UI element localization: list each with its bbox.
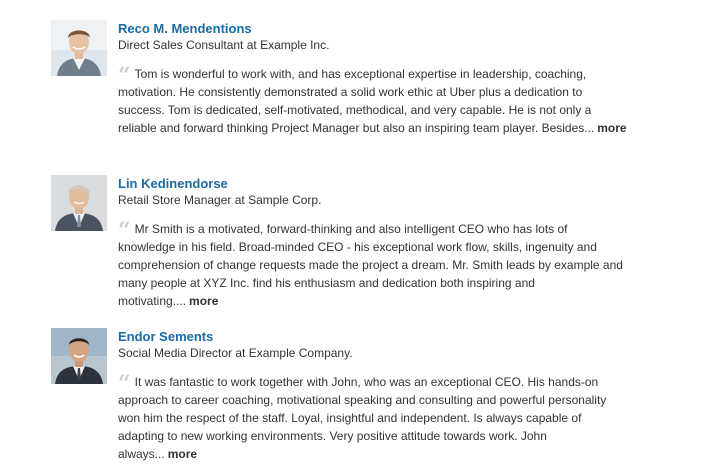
recommender-title: Retail Store Manager at Sample Corp. (118, 193, 322, 207)
recommender-name[interactable]: Lin Kedinendorse (118, 175, 628, 192)
avatar[interactable] (51, 328, 107, 384)
avatar[interactable] (51, 175, 107, 231)
recommendation-text-block: “Tom is wonderful to work with, and has … (118, 65, 628, 137)
more-link[interactable]: more (168, 447, 197, 461)
recommendation-text-block: “It was fantastic to work together with … (118, 373, 628, 463)
recommendation-text-block: “Mr Smith is a motivated, forward-thinki… (118, 220, 628, 310)
recommendation-text: Tom is wonderful to work with, and has e… (118, 67, 595, 135)
recommender-title: Social Media Director at Example Company… (118, 346, 353, 360)
avatar[interactable] (51, 20, 107, 76)
more-link[interactable]: more (597, 121, 626, 135)
recommender-name[interactable]: Reco M. Mendentions (118, 20, 628, 37)
more-link[interactable]: more (189, 294, 218, 308)
recommender-name[interactable]: Endor Sements (118, 328, 628, 345)
recommender-title: Direct Sales Consultant at Example Inc. (118, 38, 330, 52)
